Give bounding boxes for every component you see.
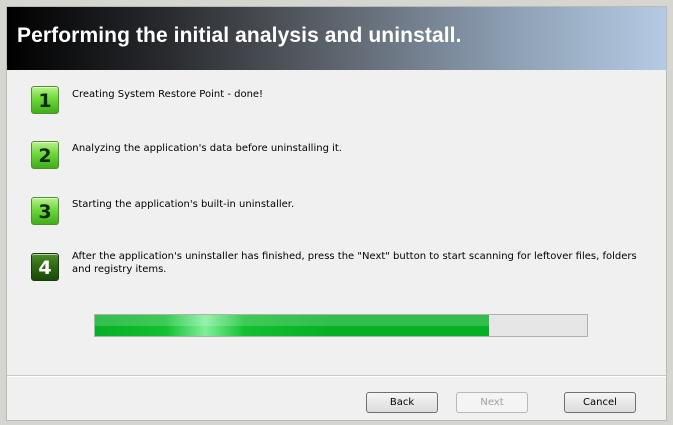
step-4-number-icon: 4	[31, 253, 59, 281]
step-1-number-icon: 1	[31, 86, 59, 114]
step-2-label: Analyzing the application's data before …	[72, 143, 342, 154]
step-3-number-icon: 3	[31, 197, 59, 225]
cancel-button[interactable]: Cancel	[564, 392, 636, 413]
uninstall-wizard-window: Performing the initial analysis and unin…	[6, 6, 667, 421]
step-1-label: Creating System Restore Point - done!	[72, 89, 264, 100]
wizard-header: Performing the initial analysis and unin…	[7, 7, 666, 70]
back-button[interactable]: Back	[366, 392, 438, 413]
progress-bar-fill	[95, 315, 489, 336]
step-4-label: After the application's uninstaller has …	[72, 251, 637, 275]
uninstall-progress-bar	[94, 314, 588, 337]
footer-divider	[7, 375, 666, 377]
step-3-label: Starting the application's built-in unin…	[72, 199, 295, 210]
step-2-number-icon: 2	[31, 141, 59, 169]
page-title: Performing the initial analysis and unin…	[17, 24, 462, 47]
next-button[interactable]: Next	[456, 392, 528, 413]
